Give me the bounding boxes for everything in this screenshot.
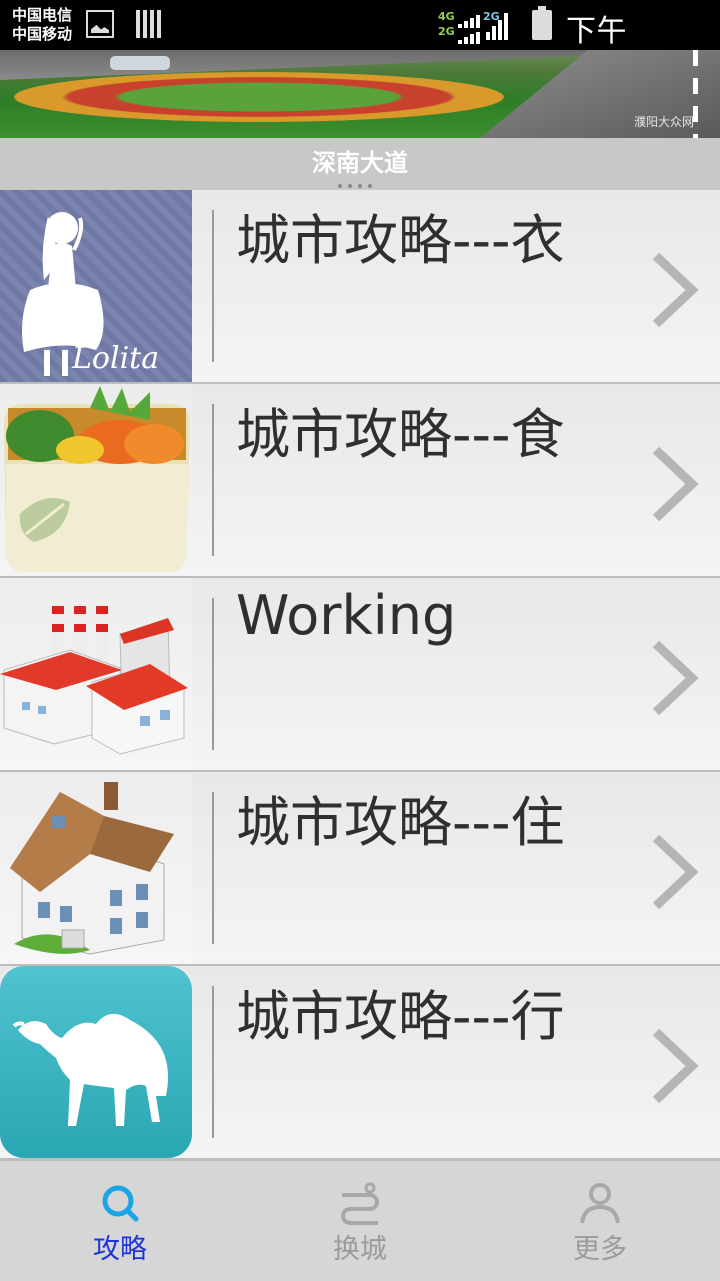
list-item-label: 城市攻略---住 (236, 791, 565, 854)
chevron-right-icon (652, 834, 699, 910)
flowerbed-shape (14, 72, 504, 122)
list-item-label: 城市攻略---食 (236, 403, 565, 466)
chevron-right-icon (652, 446, 699, 522)
banner-caption: 深南大道 (312, 149, 408, 177)
gallery-notification-icon (86, 10, 114, 38)
carrier-2: 中国移动 (12, 25, 73, 43)
network-type-1: 4G 2G (438, 10, 455, 38)
battery-icon (532, 6, 552, 40)
list-item-label: 城市攻略---衣 (236, 209, 565, 272)
tab-label: 换城 (333, 1234, 387, 1265)
row-divider (212, 598, 214, 750)
row-divider (212, 404, 214, 556)
signal-1b-icon (458, 28, 480, 44)
person-icon (580, 1183, 620, 1224)
lolita-text: Lolita (71, 341, 159, 376)
list-item-label: 城市攻略---行 (236, 985, 565, 1048)
guide-list: Lolita 城市攻略---衣 城市攻略---食 Working 城市攻略---… (0, 190, 720, 1160)
signal-2-icon (486, 12, 508, 40)
row-divider (212, 986, 214, 1138)
list-item-label: Working (236, 584, 457, 647)
list-item[interactable]: Lolita 城市攻略---衣 (0, 190, 720, 384)
banner-image[interactable]: 濮阳大众网 (0, 50, 720, 138)
list-item[interactable]: 城市攻略---食 (0, 384, 720, 578)
list-item[interactable]: Working (0, 578, 720, 772)
row-divider (212, 210, 214, 362)
storage-notification-icon (136, 10, 162, 38)
status-bar: 中国电信 中国移动 4G 2G 2G 下午 10:45 (0, 0, 720, 85)
list-item[interactable]: 城市攻略---行 (0, 966, 720, 1160)
banner-page-indicator (338, 184, 372, 188)
row-divider (212, 792, 214, 944)
tab-label: 更多 (573, 1234, 627, 1265)
tab-label: 攻略 (93, 1234, 147, 1265)
car-shape (110, 56, 170, 70)
house-icon (0, 772, 192, 964)
carrier-names: 中国电信 中国移动 (12, 6, 72, 44)
tab-switch-city[interactable]: 换城 (240, 1161, 480, 1281)
signal-1-icon (458, 12, 480, 28)
tab-guide[interactable]: 攻略 (0, 1161, 240, 1281)
camel-icon (0, 966, 192, 1158)
food-box-icon (0, 384, 192, 576)
tab-more[interactable]: 更多 (480, 1161, 720, 1281)
banner-caption-bar: 深南大道 (0, 138, 720, 190)
banner-watermark: 濮阳大众网 (633, 115, 694, 129)
factory-icon (0, 578, 192, 770)
chevron-right-icon (652, 1028, 699, 1104)
bottom-tab-bar: 攻略 换城 更多 (0, 1160, 720, 1281)
search-icon (102, 1185, 139, 1222)
chevron-right-icon (652, 252, 699, 328)
carrier-1: 中国电信 (12, 6, 73, 24)
lolita-dress-icon: Lolita (0, 190, 192, 382)
switch-city-icon (341, 1182, 379, 1225)
list-item[interactable]: 城市攻略---住 (0, 772, 720, 966)
chevron-right-icon (652, 640, 699, 716)
